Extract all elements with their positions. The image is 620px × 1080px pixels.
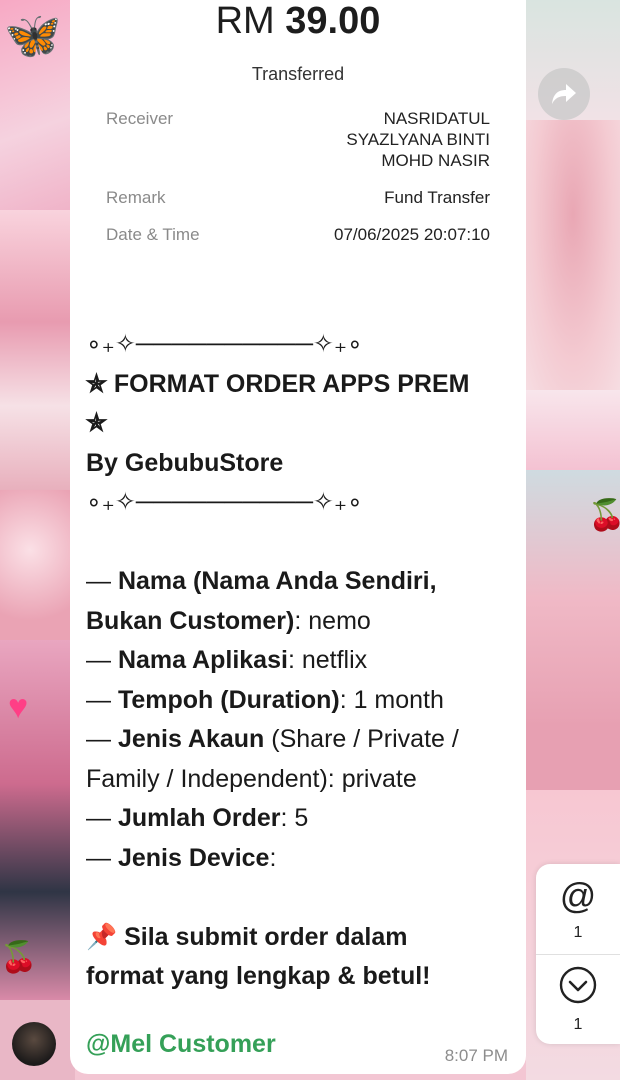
unread-count: 1	[573, 1016, 583, 1033]
mention-link[interactable]: @Mel Customer	[86, 1030, 276, 1059]
chevron-down-icon	[536, 966, 620, 1010]
divider-line: ∘₊✧──────────✧₊∘	[86, 330, 363, 358]
cherry-icon: 🍒	[0, 941, 38, 974]
remark-value: Fund Transfer	[384, 188, 490, 207]
at-sign-icon: @	[559, 875, 597, 916]
avatar[interactable]	[12, 1022, 56, 1066]
receiver-line: MOHD NASIR	[381, 151, 490, 170]
jump-panel: @ 1 1	[536, 864, 620, 1044]
field-line: Bukan Customer): nemo	[86, 606, 371, 635]
amount-value: 39.00	[285, 0, 381, 42]
jump-to-mention-button[interactable]: @ 1	[536, 864, 620, 954]
field-line: Family / Independent): private	[86, 764, 417, 793]
mention-count: 1	[573, 924, 583, 941]
field-line: — Jumlah Order: 5	[86, 804, 309, 832]
field-line: — Tempoh (Duration): 1 month	[86, 685, 444, 714]
message-time: 8:07 PM	[444, 1046, 508, 1065]
note-line: format yang lengkap & betul!	[86, 962, 431, 990]
order-format-title-star: ✯	[86, 409, 107, 437]
datetime-label: Date & Time	[106, 225, 200, 244]
receiver-value: NASRIDATUL SYAZLYANA BINTI MOHD NASIR	[290, 108, 490, 171]
transfer-status: Transferred	[251, 64, 345, 84]
field-line: — Jenis Akaun (Share / Private /	[86, 725, 459, 753]
divider	[536, 954, 620, 955]
currency: RM	[215, 0, 275, 42]
remark-label: Remark	[106, 188, 166, 207]
cherry-icon: 🍒	[588, 499, 620, 532]
forward-arrow-icon	[552, 84, 576, 104]
message-text: ∘₊✧──────────✧₊∘ ✯ FORMAT ORDER APPS PRE…	[86, 325, 506, 997]
field-line: — Nama Aplikasi: netflix	[86, 646, 368, 674]
receiver-line: NASRIDATUL	[383, 109, 490, 128]
heart-icon: ♥	[8, 688, 29, 726]
order-format-title: ✯ FORMAT ORDER APPS PREM	[86, 369, 470, 398]
receiver-line: SYAZLYANA BINTI	[346, 130, 490, 149]
scroll-down-button[interactable]: 1	[536, 956, 620, 1046]
byline: By GebubuStore	[86, 448, 284, 477]
transfer-amount: RM 39.00	[70, 0, 526, 43]
datetime-value: 07/06/2025 20:07:10	[334, 225, 490, 244]
field-line: — Nama (Nama Anda Sendiri,	[86, 567, 437, 595]
receiver-label: Receiver	[106, 109, 174, 128]
butterfly-icon: 🦋	[4, 9, 62, 61]
note-line: 📌 Sila submit order dalam	[86, 922, 408, 951]
message-bubble[interactable]: RM 39.00 Transferred Receiver NASRIDATUL…	[70, 0, 526, 1074]
forward-button[interactable]	[538, 68, 590, 120]
divider-line: ∘₊✧──────────✧₊∘	[86, 488, 363, 516]
field-line: — Jenis Device:	[86, 843, 277, 872]
